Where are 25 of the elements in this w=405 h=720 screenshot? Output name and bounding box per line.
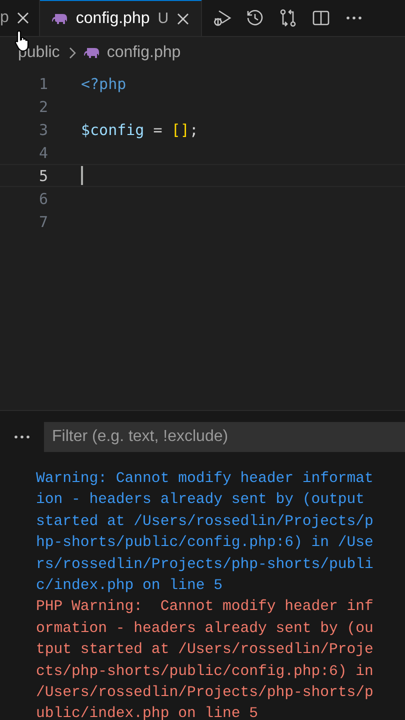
history-icon[interactable] bbox=[244, 8, 265, 28]
breadcrumb-item[interactable]: config.php bbox=[84, 44, 181, 62]
line-number: 4 bbox=[38, 144, 48, 162]
line-number: 2 bbox=[38, 98, 48, 116]
output-message: Warning: Cannot modify header information - headers already sent by (output started at /Users/rossedlin/Projects/php-shorts/public/config.php:6) in /Users/rossedlin/Projects/php-shorts/public/index.php on line 5 bbox=[36, 470, 374, 596]
split-editor-icon[interactable] bbox=[310, 8, 331, 28]
editor-tab[interactable]: config.php U bbox=[40, 0, 202, 36]
text-cursor bbox=[81, 166, 83, 185]
elephant-icon bbox=[84, 47, 100, 59]
code-line: $config = []; bbox=[81, 120, 198, 138]
line-number: 7 bbox=[38, 212, 48, 230]
line-number: 6 bbox=[38, 190, 48, 208]
close-icon[interactable] bbox=[176, 12, 189, 24]
elephant-icon bbox=[52, 12, 68, 24]
compare-changes-icon[interactable] bbox=[278, 8, 298, 28]
code-line: <?php bbox=[81, 74, 126, 92]
line-number: 5 bbox=[38, 166, 48, 184]
file-status: U bbox=[158, 10, 169, 27]
line-number: 1 bbox=[38, 74, 48, 92]
line-number: 3 bbox=[38, 120, 48, 138]
filter-field[interactable]: Filter (e.g. text, !exclude) bbox=[44, 422, 405, 452]
run-debug-icon[interactable] bbox=[212, 8, 232, 28]
close-icon[interactable] bbox=[16, 12, 29, 24]
more-icon[interactable] bbox=[14, 435, 30, 439]
chevron-icon bbox=[68, 47, 76, 59]
